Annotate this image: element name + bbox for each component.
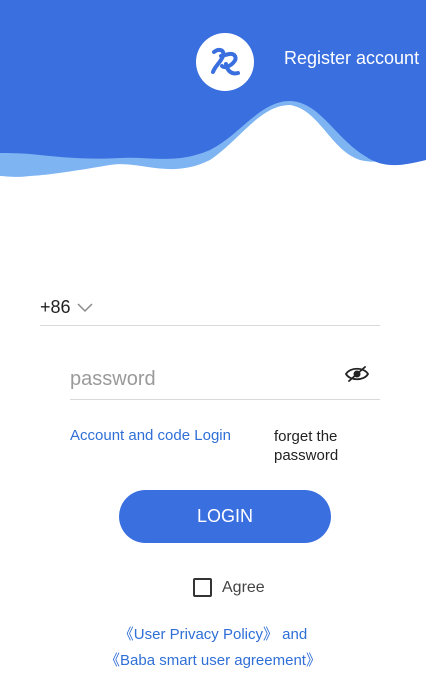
eye-hidden-icon[interactable] [344,364,370,384]
forget-password-link[interactable]: forget the password [274,427,384,465]
password-field [70,360,380,400]
header-banner: Register account [0,0,426,200]
login-button[interactable]: LOGIN [119,490,331,543]
code-login-link[interactable]: Account and code Login [70,427,231,444]
phone-field[interactable]: +86 [40,290,380,326]
agree-label: Agree [222,578,265,596]
wave-background [0,0,426,177]
privacy-policy-link[interactable]: 《User Privacy Policy》 [119,626,278,643]
checkbox-icon[interactable] [193,578,212,597]
app-logo [196,33,254,91]
password-input[interactable] [70,368,320,391]
policy-line-1: 《User Privacy Policy》 and [0,623,426,644]
agree-row[interactable]: Agree [193,578,265,597]
app-logo-icon [211,47,240,76]
user-agreement-link[interactable]: 《Baba smart user agreement》 [105,652,321,669]
policy-and-text: and [282,626,308,643]
policy-line-2: 《Baba smart user agreement》 [0,649,426,670]
country-code-selector[interactable]: +86 [40,297,71,318]
chevron-down-icon[interactable] [77,302,93,313]
register-account-link[interactable]: Register account [284,48,419,69]
